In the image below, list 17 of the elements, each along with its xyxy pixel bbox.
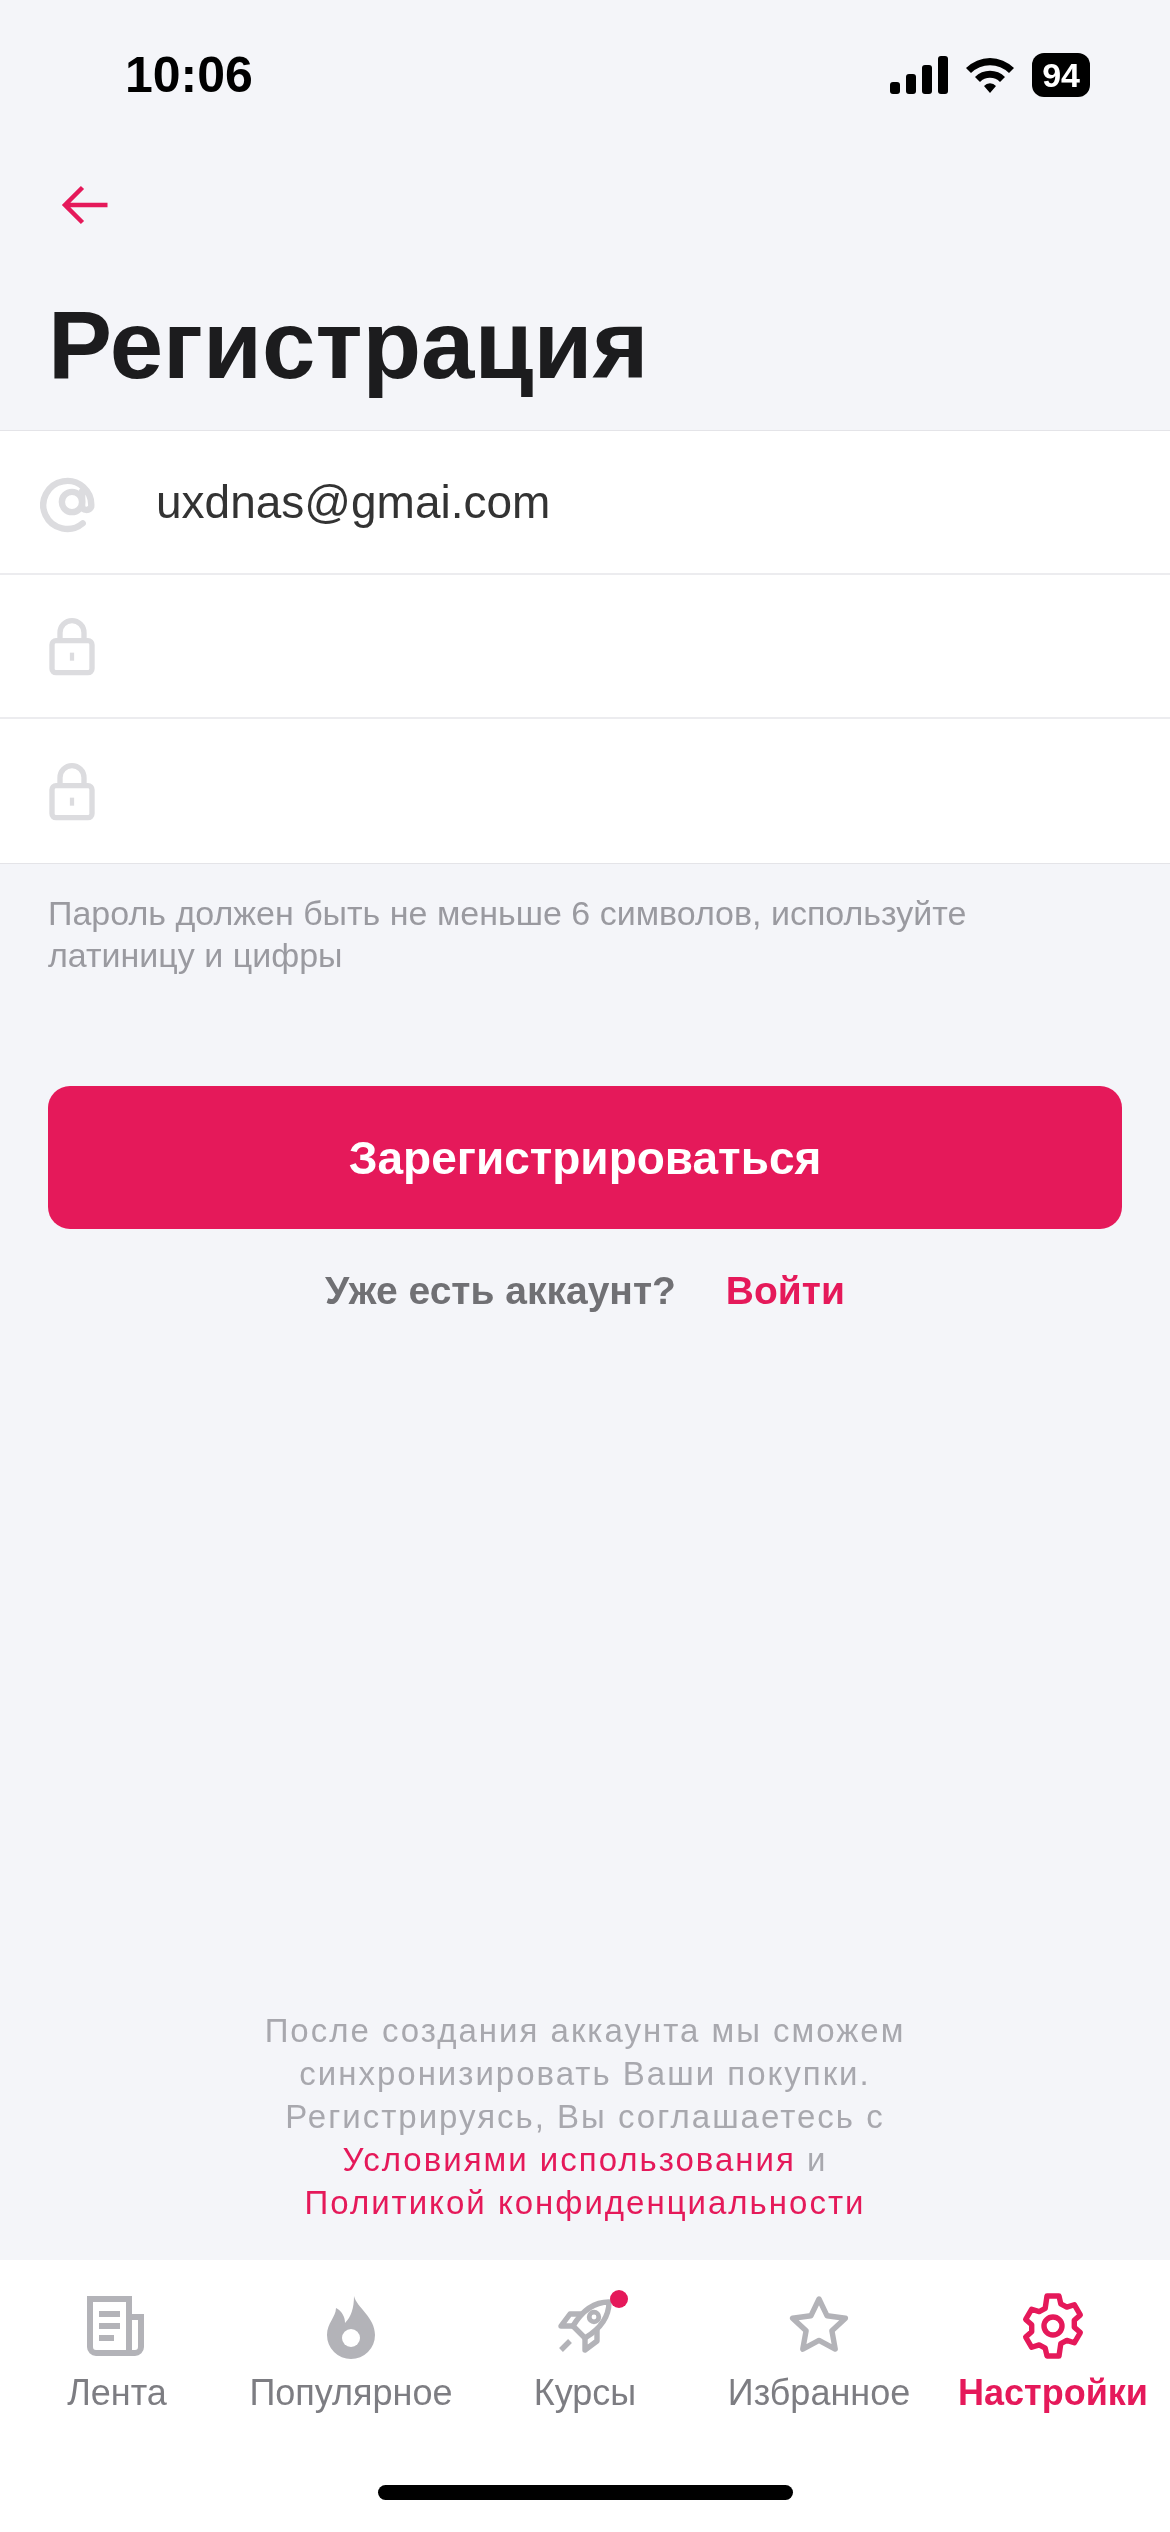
battery-level: 94 — [1032, 53, 1090, 97]
register-button[interactable]: Зарегистрироваться — [48, 1086, 1122, 1229]
privacy-link[interactable]: Политикой конфиденциальности — [304, 2184, 866, 2221]
login-link[interactable]: Войти — [725, 1269, 845, 1313]
tab-item[interactable]: Настройки — [958, 2290, 1148, 2414]
status-time: 10:06 — [125, 46, 253, 104]
login-prompt: Уже есть аккаунт? — [325, 1269, 676, 1313]
signal-icon — [890, 56, 949, 94]
terms-notice: После создания аккаунта мы сможем синхронизировать Ваши покупки. Регистрируясь, Вы соглашаетесь с Условиями использования и Политикой конфиденциальности — [263, 2011, 907, 2223]
terms-link[interactable]: Условиями использования — [342, 2141, 796, 2178]
tab-item[interactable]: Лента — [67, 2290, 167, 2414]
password-hint: Пароль должен быть не меньше 6 символов, используйте латиницу и цифры — [48, 893, 968, 976]
tab-item[interactable]: Избранное — [727, 2290, 911, 2414]
tab-item[interactable]: Курсы — [533, 2290, 637, 2414]
tab-item[interactable]: Популярное — [249, 2290, 453, 2414]
page-title: Регистрация — [48, 290, 650, 400]
wifi-icon — [964, 55, 1017, 95]
